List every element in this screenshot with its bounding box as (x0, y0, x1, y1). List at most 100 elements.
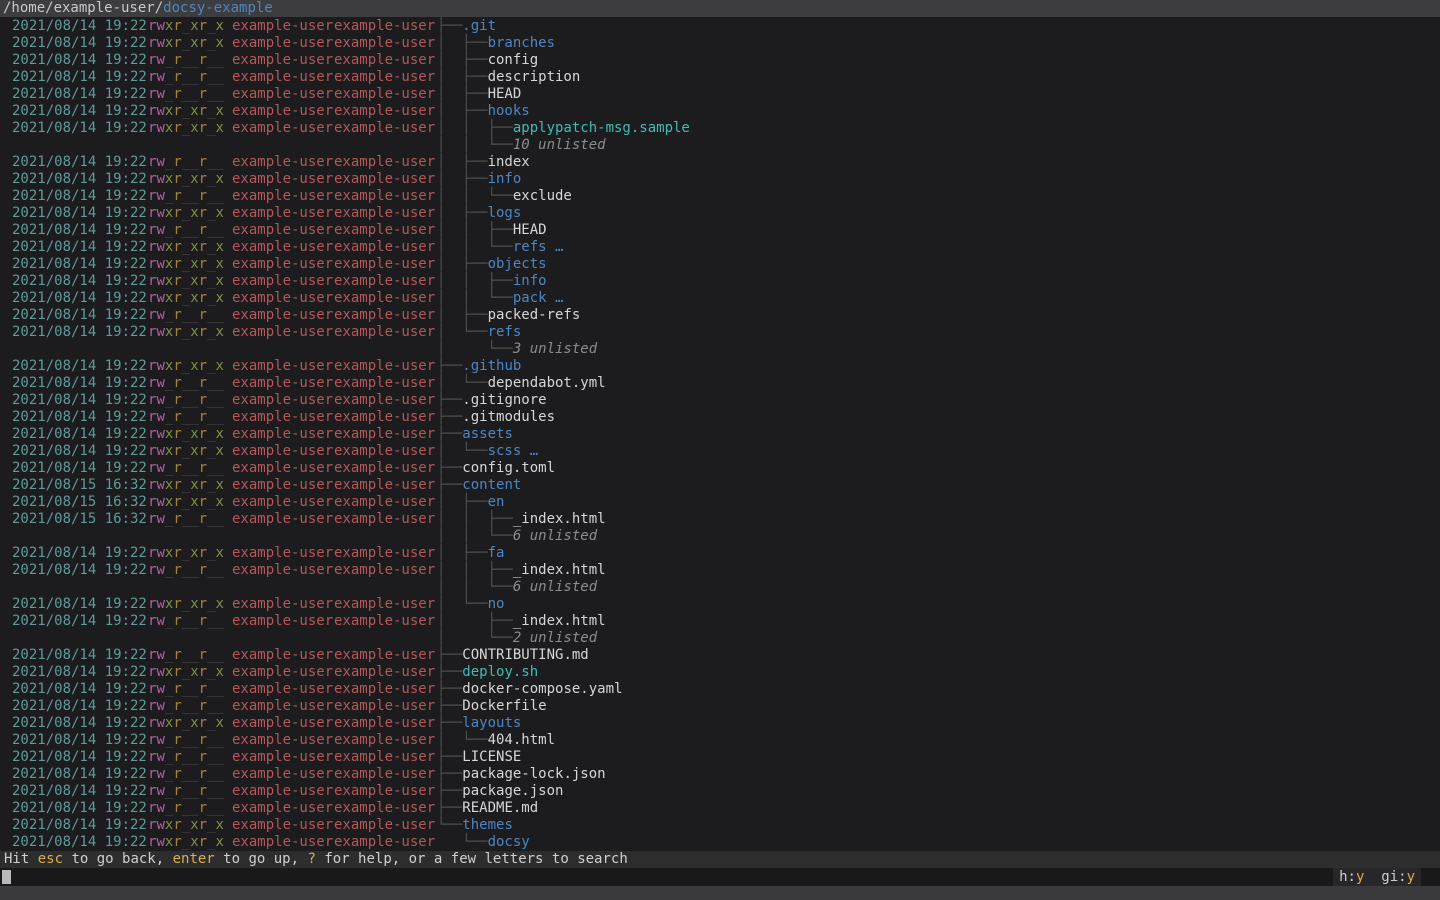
file-row[interactable]: 2021/08/14 19:22rw_r__r__example-userexa… (0, 188, 1440, 205)
entry-name[interactable]: HEAD (513, 222, 547, 238)
entry-name[interactable]: exclude (513, 188, 572, 204)
file-row[interactable]: 2021/08/14 19:22rw_r__r__example-userexa… (0, 392, 1440, 409)
file-row[interactable]: 2021/08/14 19:22rw_r__r__example-userexa… (0, 749, 1440, 766)
file-row[interactable]: 2021/08/14 19:22rwxr_xr_xexample-userexa… (0, 426, 1440, 443)
entry-name[interactable]: 404.html (488, 732, 555, 748)
file-row[interactable]: 2021/08/14 19:22rwxr_xr_xexample-userexa… (0, 120, 1440, 137)
file-row[interactable]: 2021/08/14 19:22rw_r__r__example-userexa… (0, 52, 1440, 69)
entry-name[interactable]: config.toml (462, 460, 555, 476)
entry-name[interactable]: en (488, 494, 505, 510)
entry-name[interactable]: index (488, 154, 530, 170)
entry-name[interactable]: _index.html (513, 562, 606, 578)
entry-name[interactable]: config (488, 52, 539, 68)
entry-name[interactable]: .gitignore (462, 392, 546, 408)
entry-name[interactable]: logs (488, 205, 522, 221)
entry-name[interactable]: fa (488, 545, 505, 561)
file-row[interactable]: 2021/08/14 19:22rwxr_xr_xexample-userexa… (0, 273, 1440, 290)
file-row[interactable]: │ │ └──6 unlisted (0, 579, 1440, 596)
file-row[interactable]: 2021/08/14 19:22rwxr_xr_xexample-userexa… (0, 358, 1440, 375)
entry-name[interactable]: 6 unlisted (513, 528, 597, 544)
entry-name[interactable]: HEAD (488, 86, 522, 102)
file-row[interactable]: 2021/08/14 19:22rw_r__r__example-userexa… (0, 460, 1440, 477)
entry-name[interactable]: _index.html (513, 511, 606, 527)
entry-name[interactable]: themes (462, 817, 513, 833)
entry-name[interactable]: scss (488, 443, 522, 459)
file-row[interactable]: 2021/08/14 19:22rwxr_xr_xexample-userexa… (0, 324, 1440, 341)
file-row[interactable]: 2021/08/14 19:22rw_r__r__example-userexa… (0, 86, 1440, 103)
entry-name[interactable]: hooks (488, 103, 530, 119)
entry-name[interactable]: docsy (488, 834, 530, 850)
entry-name[interactable]: info (513, 273, 547, 289)
file-row[interactable]: 2021/08/15 16:32rwxr_xr_xexample-userexa… (0, 494, 1440, 511)
file-row[interactable]: 2021/08/14 19:22rwxr_xr_xexample-userexa… (0, 18, 1440, 35)
entry-name[interactable]: no (488, 596, 505, 612)
file-row[interactable]: 2021/08/14 19:22rw_r__r__example-userexa… (0, 800, 1440, 817)
file-row[interactable]: 2021/08/14 19:22rwxr_xr_xexample-userexa… (0, 256, 1440, 273)
entry-name[interactable]: refs (513, 239, 547, 255)
file-row[interactable]: 2021/08/14 19:22rw_r__r__example-userexa… (0, 783, 1440, 800)
file-row[interactable]: 2021/08/14 19:22rwxr_xr_xexample-userexa… (0, 596, 1440, 613)
file-row[interactable]: │ └──2 unlisted (0, 630, 1440, 647)
file-row[interactable]: 2021/08/15 16:32rw_r__r__example-userexa… (0, 511, 1440, 528)
entry-name[interactable]: description (488, 69, 581, 85)
file-row[interactable]: 2021/08/14 19:22rw_r__r__example-userexa… (0, 409, 1440, 426)
search-input-row[interactable]: h:y gi:y (0, 868, 1440, 886)
entry-name[interactable]: _index.html (513, 613, 606, 629)
file-row[interactable]: │ │ └──6 unlisted (0, 528, 1440, 545)
file-row[interactable]: 2021/08/14 19:22rw_r__r__example-userexa… (0, 375, 1440, 392)
file-row[interactable]: 2021/08/14 19:22rw_r__r__example-userexa… (0, 766, 1440, 783)
file-row[interactable]: 2021/08/14 19:22rwxr_xr_xexample-userexa… (0, 290, 1440, 307)
entry-name[interactable]: pack (513, 290, 547, 306)
file-row[interactable]: 2021/08/14 19:22rw_r__r__example-userexa… (0, 562, 1440, 579)
tree-entry: │ │ └──pack … (437, 290, 563, 307)
entry-name[interactable]: 10 unlisted (513, 137, 606, 153)
file-row[interactable]: 2021/08/14 19:22rwxr_xr_xexample-userexa… (0, 103, 1440, 120)
entry-name[interactable]: .gitmodules (462, 409, 555, 425)
entry-name[interactable]: objects (488, 256, 547, 272)
file-row[interactable]: 2021/08/14 19:22rwxr_xr_xexample-userexa… (0, 239, 1440, 256)
entry-name[interactable]: assets (462, 426, 513, 442)
file-row[interactable]: 2021/08/14 19:22rw_r__r__example-userexa… (0, 732, 1440, 749)
entry-name[interactable]: package.json (462, 783, 563, 799)
entry-name[interactable]: 3 unlisted (513, 341, 597, 357)
entry-name[interactable]: Dockerfile (462, 698, 546, 714)
file-row[interactable]: 2021/08/14 19:22rw_r__r__example-userexa… (0, 647, 1440, 664)
entry-name[interactable]: packed-refs (488, 307, 581, 323)
file-row[interactable]: 2021/08/15 16:32rwxr_xr_xexample-userexa… (0, 477, 1440, 494)
entry-name[interactable]: branches (488, 35, 555, 51)
file-row[interactable]: 2021/08/14 19:22rwxr_xr_xexample-userexa… (0, 171, 1440, 188)
file-row[interactable]: 2021/08/14 19:22rwxr_xr_xexample-userexa… (0, 817, 1440, 834)
entry-name[interactable]: LICENSE (462, 749, 521, 765)
file-row[interactable]: 2021/08/14 19:22rw_r__r__example-userexa… (0, 613, 1440, 630)
file-row[interactable]: 2021/08/14 19:22rwxr_xr_xexample-userexa… (0, 205, 1440, 222)
file-row[interactable]: │ └──3 unlisted (0, 341, 1440, 358)
file-row[interactable]: │ │ └──10 unlisted (0, 137, 1440, 154)
entry-name[interactable]: layouts (462, 715, 521, 731)
file-row[interactable]: 2021/08/14 19:22rwxr_xr_xexample-userexa… (0, 545, 1440, 562)
file-row[interactable]: 2021/08/14 19:22rwxr_xr_xexample-userexa… (0, 443, 1440, 460)
entry-name[interactable]: CONTRIBUTING.md (462, 647, 588, 663)
entry-name[interactable]: dependabot.yml (488, 375, 606, 391)
entry-name[interactable]: 6 unlisted (513, 579, 597, 595)
file-row[interactable]: 2021/08/14 19:22rw_r__r__example-userexa… (0, 698, 1440, 715)
entry-name[interactable]: 2 unlisted (513, 630, 597, 646)
entry-name[interactable]: package-lock.json (462, 766, 605, 782)
file-row[interactable]: 2021/08/14 19:22rwxr_xr_xexample-userexa… (0, 35, 1440, 52)
file-row[interactable]: 2021/08/14 19:22rwxr_xr_xexample-userexa… (0, 715, 1440, 732)
entry-name[interactable]: .git (462, 18, 496, 34)
file-row[interactable]: 2021/08/14 19:22rw_r__r__example-userexa… (0, 307, 1440, 324)
entry-name[interactable]: applypatch-msg.sample (513, 120, 690, 136)
entry-name[interactable]: .github (462, 358, 521, 374)
file-row[interactable]: 2021/08/14 19:22rw_r__r__example-userexa… (0, 154, 1440, 171)
entry-name[interactable]: deploy.sh (462, 664, 538, 680)
file-row[interactable]: 2021/08/14 19:22rwxr_xr_xexample-userexa… (0, 834, 1440, 851)
file-row[interactable]: 2021/08/14 19:22rw_r__r__example-userexa… (0, 681, 1440, 698)
file-row[interactable]: 2021/08/14 19:22rw_r__r__example-userexa… (0, 222, 1440, 239)
entry-name[interactable]: info (488, 171, 522, 187)
entry-name[interactable]: README.md (462, 800, 538, 816)
entry-name[interactable]: refs (488, 324, 522, 340)
file-row[interactable]: 2021/08/14 19:22rwxr_xr_xexample-userexa… (0, 664, 1440, 681)
entry-name[interactable]: docker-compose.yaml (462, 681, 622, 697)
entry-name[interactable]: content (462, 477, 521, 493)
file-row[interactable]: 2021/08/14 19:22rw_r__r__example-userexa… (0, 69, 1440, 86)
